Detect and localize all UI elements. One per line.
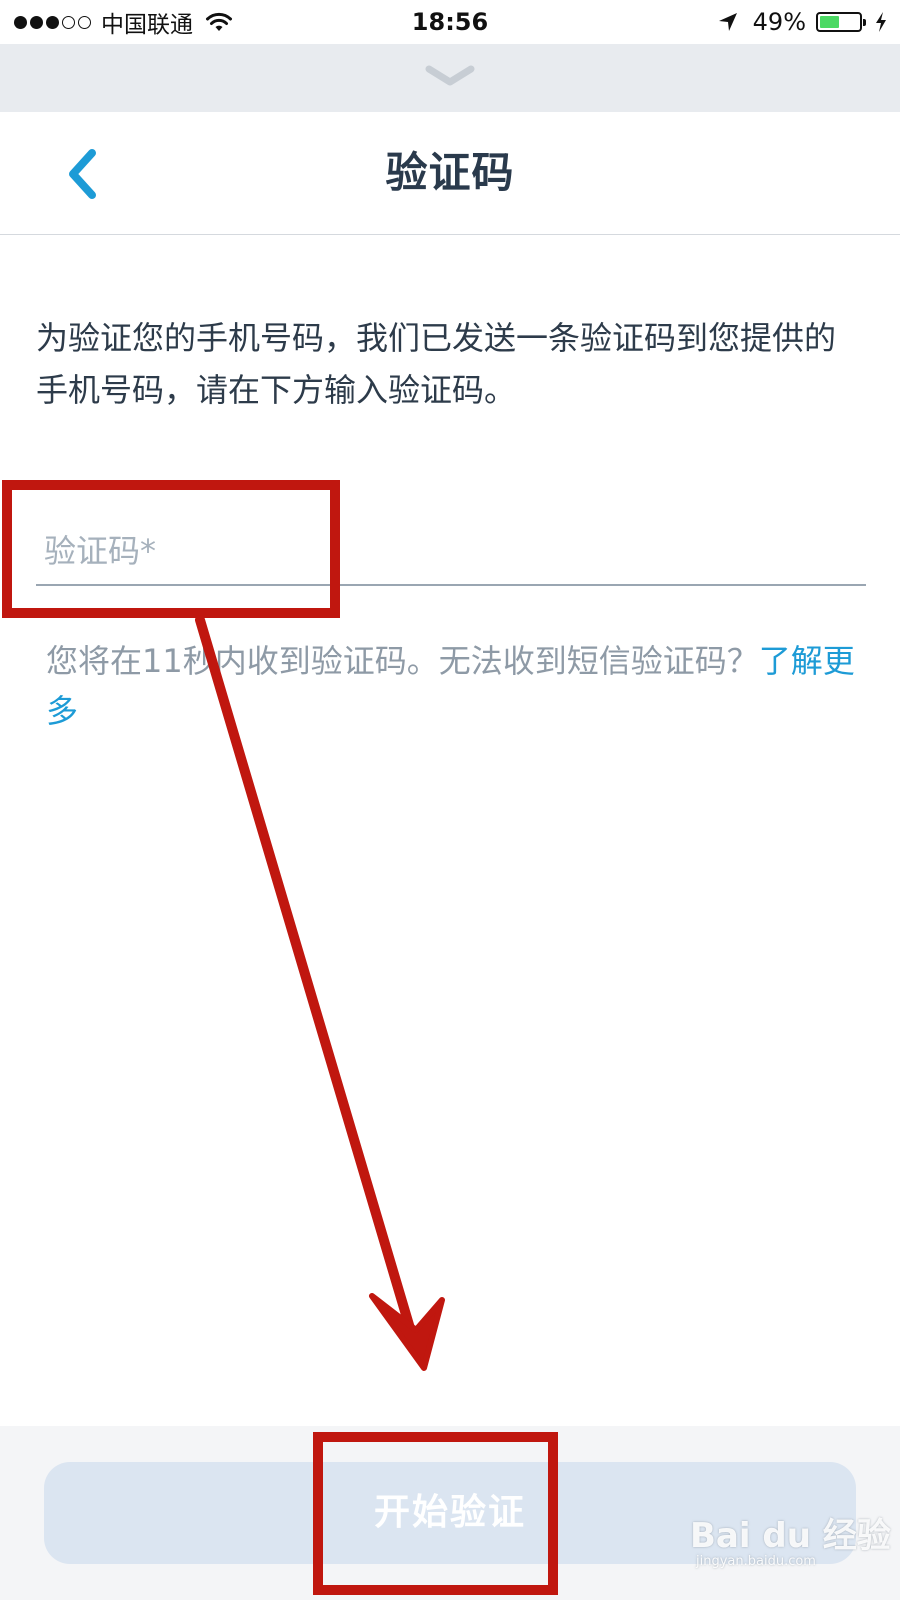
page-title: 验证码 <box>385 148 515 197</box>
status-bar: 中国联通 18:56 49% <box>0 0 900 44</box>
start-verification-button[interactable]: 开始验证 <box>44 1462 856 1564</box>
verification-code-screen: 中国联通 18:56 49% 验证码 为验证您的手机号码，我们已发送一条验证码到… <box>0 0 900 1600</box>
annotation-overlay <box>2 480 558 1595</box>
battery-icon <box>816 12 866 32</box>
resend-note: 您将在11秒内收到验证码。无法收到短信验证码？了解更多 <box>46 636 856 736</box>
instructions-text: 为验证您的手机号码，我们已发送一条验证码到您提供的手机号码，请在下方输入验证码。 <box>36 319 837 409</box>
location-arrow-icon <box>718 13 737 31</box>
battery-fill <box>820 16 839 28</box>
bottom-bar: 开始验证 <box>0 1426 900 1600</box>
verification-code-input[interactable] <box>36 520 866 582</box>
nav-header: 验证码 <box>0 112 900 235</box>
chevron-down-icon[interactable] <box>425 64 475 90</box>
sheet-handle-bar[interactable] <box>0 44 900 112</box>
battery-percent: 49% <box>752 8 806 36</box>
resend-note-text: 您将在11秒内收到验证码。无法收到短信验证码？ <box>46 642 759 680</box>
charging-icon <box>876 12 886 32</box>
annotation-arrow-head <box>369 1293 445 1371</box>
status-right: 49% <box>717 0 888 44</box>
battery-cap <box>863 19 866 26</box>
code-field <box>36 520 866 586</box>
